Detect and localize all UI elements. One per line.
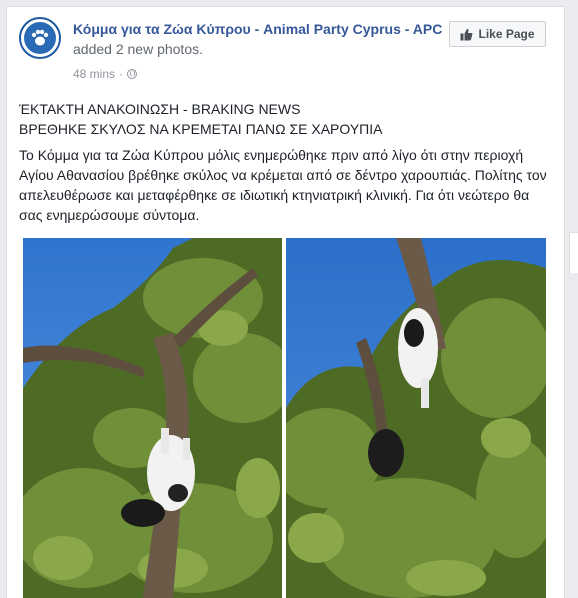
globe-icon[interactable] <box>127 69 138 79</box>
like-page-label: Like Page <box>478 27 535 41</box>
post-photo-2[interactable] <box>286 238 546 598</box>
like-page-button[interactable]: Like Page <box>449 21 546 47</box>
meta-separator: · <box>119 67 124 81</box>
page-name-link[interactable]: Κόμμα για τα Ζώα Κύπρου - Animal Party C… <box>73 21 442 37</box>
page-avatar[interactable] <box>19 17 61 59</box>
tree-dog-photo-1 <box>23 238 282 598</box>
post-headline: ΈΚΤΑΚΤΗ ΑΝΑΚΟΙΝΩΣΗ - BRAKING NEWS ΒΡΕΘΗΚ… <box>19 99 549 139</box>
post-card: Κόμμα για τα Ζώα Κύπρου - Animal Party C… <box>6 6 565 598</box>
headline-line-2: ΒΡΕΘΗΚΕ ΣΚΥΛΟΣ ΝΑ ΚΡΕΜΕΤΑΙ ΠΑΝΩ ΣΕ ΧΑΡΟΥ… <box>19 121 383 137</box>
post-photo-1[interactable] <box>23 238 282 598</box>
headline-line-1: ΈΚΤΑΚΤΗ ΑΝΑΚΟΙΝΩΣΗ - BRAKING NEWS <box>19 101 301 117</box>
paw-icon <box>31 29 49 46</box>
post-meta: 48 mins · <box>73 67 138 81</box>
tree-dog-photo-2 <box>286 238 546 598</box>
timestamp-link[interactable]: 48 mins <box>73 67 115 81</box>
adjacent-card-edge <box>569 232 578 273</box>
post-header: Κόμμα για τα Ζώα Κύπρου - Animal Party C… <box>73 19 443 59</box>
thumbs-up-icon <box>460 28 473 40</box>
post-action-text: added 2 new photos. <box>73 41 203 57</box>
post-body: Το Κόμμα για τα Ζώα Κύπρου μόλις ενημερώ… <box>19 147 547 223</box>
